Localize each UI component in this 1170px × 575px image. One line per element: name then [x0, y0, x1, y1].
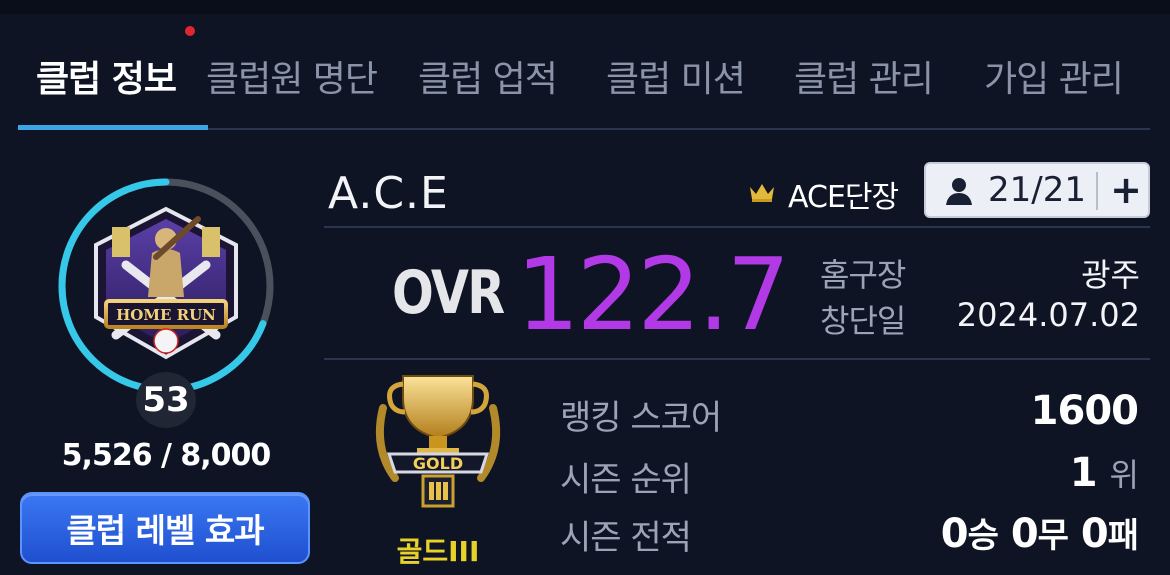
club-name: A.C.E: [328, 168, 449, 219]
season-record-label: 시즌 전적: [560, 518, 692, 558]
emblem-text: HOME RUN: [116, 306, 216, 324]
founded-date-label: 창단일: [820, 302, 906, 340]
season-rank-unit: 위: [1109, 456, 1139, 494]
founded-date-value: 2024.07.02: [956, 296, 1140, 334]
member-count: 21/21: [988, 170, 1086, 210]
home-stadium-value: 광주: [1081, 256, 1140, 294]
season-rank: 1 위: [1069, 450, 1139, 496]
divider-top: [324, 226, 1150, 228]
club-level-badge: 53: [136, 372, 196, 428]
tab-missions[interactable]: 클럽 미션: [606, 50, 746, 102]
home-run-emblem: HOME RUN: [94, 206, 238, 360]
tab-club-info[interactable]: 클럽 정보: [36, 50, 177, 102]
tab-active-indicator: [18, 125, 208, 130]
season-rank-value: 1: [1069, 450, 1098, 496]
member-count-box: 21/21 +: [924, 162, 1150, 218]
ovr-label: OVR: [392, 258, 505, 328]
club-leader-name: ACE단장: [788, 180, 899, 215]
tier-name: 골드III: [396, 535, 480, 568]
wins-unit: 승: [967, 516, 999, 556]
draws-unit: 무: [1037, 516, 1069, 556]
season-rank-label: 시즌 순위: [560, 460, 692, 500]
ovr-value: 122.7: [516, 236, 790, 353]
top-strip: [0, 0, 1170, 14]
wins-value: 0: [940, 511, 969, 557]
losses-value: 0: [1080, 511, 1109, 557]
home-stadium-label: 홈구장: [820, 256, 906, 294]
gold-trophy-icon: GOLD: [375, 375, 501, 508]
member-box-separator: [1096, 172, 1098, 210]
club-level-effect-button[interactable]: 클럽 레벨 효과: [20, 492, 310, 564]
season-record: 0승 0무 0패: [940, 508, 1139, 557]
ranking-score-label: 랭킹 스코어: [560, 398, 722, 438]
tab-management[interactable]: 클럽 관리: [794, 50, 934, 102]
tab-bar: 클럽 정보 클럽원 명단 클럽 업적 클럽 미션 클럽 관리 가입 관리: [18, 40, 1150, 130]
person-icon: [946, 178, 972, 205]
club-exp-text: 5,526 / 8,000: [61, 438, 272, 473]
ranking-score-value: 1600: [1030, 388, 1139, 434]
losses-unit: 패: [1107, 516, 1139, 556]
trophy-badge-text: GOLD: [413, 454, 463, 473]
notification-dot: [185, 26, 195, 36]
add-member-button[interactable]: +: [1104, 164, 1148, 216]
draws-value: 0: [1010, 511, 1039, 557]
tab-achievements[interactable]: 클럽 업적: [418, 50, 558, 102]
tab-join-management[interactable]: 가입 관리: [984, 50, 1124, 102]
crown-icon: [750, 184, 774, 202]
divider-middle: [324, 358, 1150, 360]
tab-member-list[interactable]: 클럽원 명단: [206, 50, 378, 102]
